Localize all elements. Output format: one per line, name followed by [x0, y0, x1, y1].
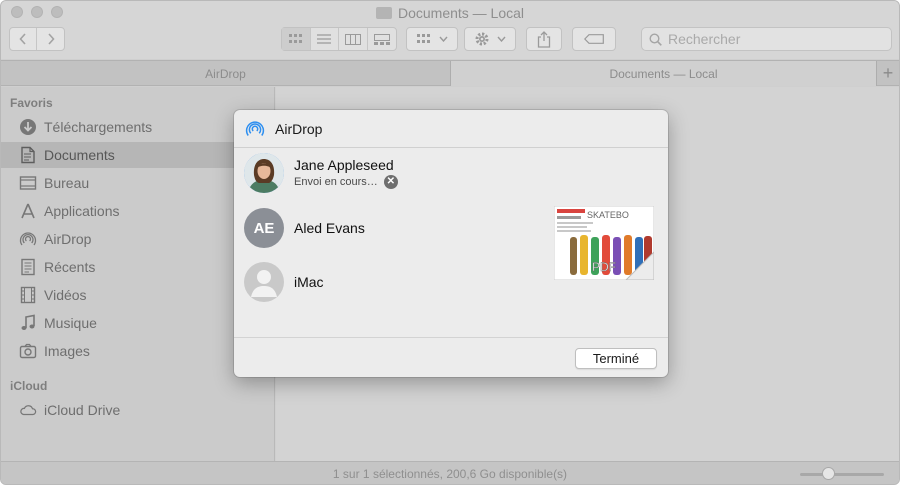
sidebar-item-label: Images	[44, 343, 90, 359]
film-icon	[18, 286, 38, 304]
desktop-icon	[18, 174, 38, 192]
sidebar-item-label: Documents	[44, 147, 115, 163]
airdrop-recipient[interactable]: AE Aled Evans	[244, 207, 365, 249]
chevron-down-icon	[497, 36, 506, 42]
search-icon	[649, 32, 662, 46]
list-icon	[317, 34, 332, 44]
thumbnail-header-text: SKATEBO	[587, 210, 629, 220]
document-icon	[18, 146, 38, 164]
icon-view-button[interactable]	[282, 28, 311, 50]
view-mode-control	[281, 27, 397, 51]
tab-label: Documents — Local	[609, 66, 718, 81]
sidebar-item-label: iCloud Drive	[44, 402, 121, 418]
gallery-icon	[373, 33, 390, 45]
tab-label: AirDrop	[205, 66, 246, 81]
avatar	[244, 262, 284, 302]
share-button[interactable]	[526, 27, 562, 51]
sidebar-item-label: Récents	[44, 259, 96, 275]
sidebar-item-icloud-drive[interactable]: iCloud Drive	[1, 397, 274, 423]
transfer-status: Envoi en cours… ✕	[294, 175, 398, 189]
airdrop-sheet: AirDrop Jane Appleseed Envoi en cours… ✕	[234, 110, 668, 377]
sidebar-item-label: Téléchargements	[44, 119, 153, 135]
sidebar-item-label: Musique	[44, 315, 97, 331]
column-view-button[interactable]	[339, 28, 368, 50]
avatar	[244, 153, 284, 193]
sidebar-item-label: Applications	[44, 203, 120, 219]
window-title: Documents — Local	[1, 5, 899, 21]
airdrop-recipient[interactable]: iMac	[244, 261, 324, 303]
window-title-text: Documents — Local	[397, 5, 525, 21]
chevron-down-icon	[438, 36, 448, 42]
icon-size-slider-knob[interactable]	[821, 467, 835, 480]
camera-icon	[18, 342, 38, 360]
recipient-name: Aled Evans	[294, 220, 365, 236]
tags-button[interactable]	[572, 27, 616, 51]
music-icon	[18, 314, 38, 332]
group-grid-icon	[416, 34, 430, 43]
navigation-buttons	[9, 27, 65, 51]
airdrop-sheet-header: AirDrop	[234, 110, 668, 148]
done-button[interactable]: Terminé	[575, 348, 657, 369]
airdrop-recipient[interactable]: Jane Appleseed Envoi en cours… ✕	[244, 152, 398, 194]
cloud-icon	[18, 401, 38, 419]
avatar: AE	[244, 208, 284, 248]
toolbar: Documents — Local	[1, 1, 899, 59]
search-field[interactable]	[641, 27, 892, 51]
divider	[234, 337, 668, 338]
sidebar-item-label: Bureau	[44, 175, 90, 191]
download-icon	[18, 118, 38, 136]
progress-ring	[244, 153, 284, 193]
folder-icon	[375, 7, 392, 19]
generic-person-icon	[251, 270, 277, 297]
chevron-right-icon	[47, 33, 55, 45]
avatar-initials: AE	[253, 219, 275, 237]
gallery-view-button[interactable]	[368, 28, 396, 50]
share-icon	[537, 30, 551, 48]
sidebar-item-label: Vidéos	[44, 287, 87, 303]
tab-documents-local[interactable]: Documents — Local	[451, 61, 876, 86]
finder-window: Documents — Local Rechercher AirDrop Doc…	[0, 0, 900, 485]
recipient-name: Jane Appleseed	[294, 157, 394, 173]
pdf-badge: PDF	[592, 260, 616, 274]
airdrop-icon	[18, 230, 38, 248]
recents-icon	[18, 258, 38, 276]
airdrop-icon	[245, 120, 265, 136]
plus-icon: +	[882, 63, 894, 83]
recipient-info: Jane Appleseed Envoi en cours… ✕	[294, 157, 398, 189]
recipient-info: iMac	[294, 274, 324, 290]
status-text: 1 sur 1 sélectionnés, 200,6 Go disponibl…	[332, 466, 568, 481]
forward-button[interactable]	[37, 28, 64, 50]
cancel-transfer-button[interactable]: ✕	[383, 175, 398, 189]
back-button[interactable]	[10, 28, 38, 50]
columns-icon	[344, 33, 361, 45]
chevron-left-icon	[19, 33, 26, 45]
gear-icon	[475, 32, 489, 46]
grid-icon	[288, 34, 302, 43]
sidebar-item-label: AirDrop	[44, 231, 92, 247]
sidebar-section-icloud: iCloud	[10, 379, 48, 393]
tab-airdrop[interactable]: AirDrop	[1, 61, 450, 86]
recipient-info: Aled Evans	[294, 220, 365, 236]
group-by-button[interactable]	[406, 27, 458, 51]
transfer-status-text: Envoi en cours…	[294, 176, 378, 188]
status-bar: 1 sur 1 sélectionnés, 200,6 Go disponibl…	[1, 461, 899, 484]
tab-bar: AirDrop Documents — Local +	[1, 60, 899, 86]
icon-size-slider-track[interactable]	[800, 473, 884, 476]
new-tab-button[interactable]: +	[876, 61, 899, 86]
sidebar-section-favorites: Favoris	[10, 96, 53, 110]
search-input[interactable]	[668, 31, 868, 47]
pdf-document-thumbnail: SKATEBO PDF	[554, 206, 654, 280]
list-view-button[interactable]	[311, 28, 339, 50]
applications-icon	[18, 202, 38, 220]
action-menu-button[interactable]	[464, 27, 516, 51]
tag-icon	[584, 34, 604, 44]
airdrop-sheet-title: AirDrop	[275, 120, 323, 137]
recipient-name: iMac	[294, 274, 324, 290]
